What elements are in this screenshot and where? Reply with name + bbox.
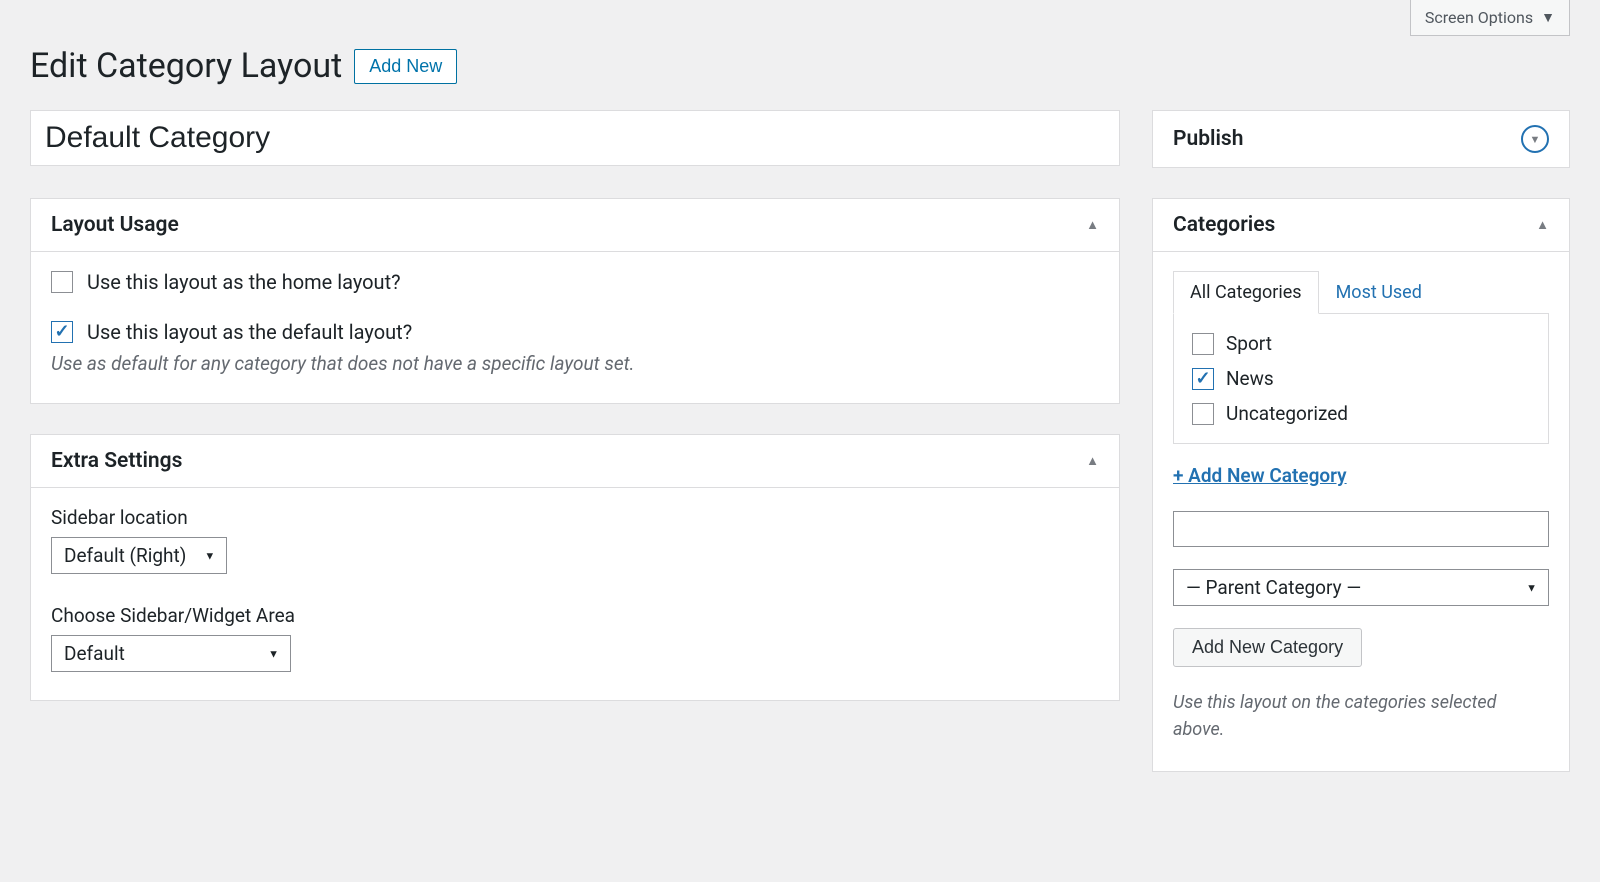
sidebar-location-label: Sidebar location [51,506,1099,529]
sidebar-widget-label: Choose Sidebar/Widget Area [51,604,1099,627]
chevron-down-icon: ▼ [1530,133,1541,146]
collapse-icon[interactable]: ▲ [1086,453,1099,469]
category-checkbox-uncategorized[interactable] [1192,403,1214,425]
title-input[interactable] [30,110,1120,166]
categories-panel: Categories ▲ All Categories Most Used Sp… [1152,198,1570,772]
chevron-down-icon: ▼ [1541,9,1555,26]
category-checkbox-sport[interactable] [1192,333,1214,355]
default-layout-checkbox[interactable] [51,321,73,343]
default-layout-label: Use this layout as the default layout? [87,320,412,344]
publish-toggle-button[interactable]: ▼ [1521,125,1549,153]
add-new-category-button[interactable]: Add New Category [1173,628,1362,667]
add-new-category-link[interactable]: + Add New Category [1173,464,1347,487]
new-category-input[interactable] [1173,511,1549,547]
category-label: Uncategorized [1226,402,1348,425]
category-checkbox-news[interactable] [1192,368,1214,390]
extra-settings-title: Extra Settings [51,449,182,473]
category-label: News [1226,367,1274,390]
layout-usage-panel: Layout Usage ▲ Use this layout as the ho… [30,198,1120,404]
default-layout-hint: Use as default for any category that doe… [51,352,1099,375]
categories-title: Categories [1173,213,1275,237]
tab-most-used[interactable]: Most Used [1319,271,1439,314]
add-new-button[interactable]: Add New [354,49,457,84]
publish-title: Publish [1173,127,1243,151]
home-layout-checkbox[interactable] [51,271,73,293]
publish-panel: Publish ▼ [1152,110,1570,168]
page-title: Edit Category Layout [30,46,342,86]
extra-settings-panel: Extra Settings ▲ Sidebar location Defaul… [30,434,1120,701]
screen-options-label: Screen Options [1425,8,1533,27]
parent-category-select[interactable]: — Parent Category — [1173,569,1549,606]
home-layout-label: Use this layout as the home layout? [87,270,401,294]
screen-options-button[interactable]: Screen Options ▼ [1410,0,1570,36]
collapse-icon[interactable]: ▲ [1086,217,1099,233]
collapse-icon[interactable]: ▲ [1536,217,1549,233]
category-label: Sport [1226,332,1272,355]
tab-all-categories[interactable]: All Categories [1173,271,1319,314]
layout-usage-title: Layout Usage [51,213,179,237]
categories-hint: Use this layout on the categories select… [1173,689,1549,743]
sidebar-location-select[interactable]: Default (Right) [51,537,227,574]
sidebar-widget-select[interactable]: Default [51,635,291,672]
